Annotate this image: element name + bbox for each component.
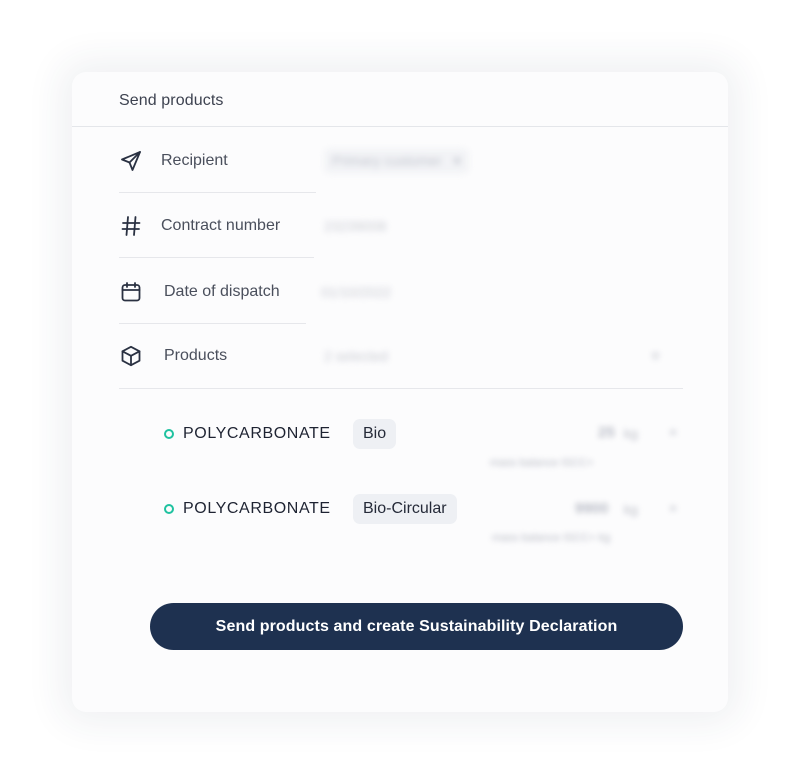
send-products-card: Send products Recipient Primary customer… <box>72 72 728 712</box>
send-icon <box>121 151 141 171</box>
product-tag: Bio <box>353 419 397 449</box>
remove-icon[interactable]: × <box>669 424 677 440</box>
product-unit: kg <box>624 426 638 441</box>
chevron-down-icon[interactable]: ▾ <box>652 348 659 365</box>
product-unit: kg <box>624 502 638 517</box>
products-divider <box>119 388 683 389</box>
send-products-button[interactable]: Send products and create Sustainability … <box>150 603 683 650</box>
calendar-icon <box>121 282 141 302</box>
product-quantity[interactable]: 25 <box>598 424 615 441</box>
product-name: POLYCARBONATE <box>183 425 331 442</box>
status-dot-icon <box>164 504 174 514</box>
contract-value[interactable]: 23239008 <box>324 218 386 234</box>
product-name: POLYCARBONATE <box>183 500 331 517</box>
box-icon <box>121 345 141 367</box>
contract-label: Contract number <box>161 217 281 234</box>
recipient-row: Recipient Primary customer ▾ <box>119 129 639 193</box>
products-value[interactable]: 2 selected <box>324 348 388 364</box>
product-subtext: mass balance ISCC+ <box>490 457 594 469</box>
status-dot-icon <box>164 429 174 439</box>
contract-row: Contract number 23239008 <box>119 194 639 258</box>
recipient-select[interactable]: Primary customer ▾ <box>324 148 469 174</box>
dispatch-label: Date of dispatch <box>164 283 280 300</box>
chevron-down-icon: ▾ <box>453 152 461 169</box>
product-quantity[interactable]: 9900 <box>575 500 608 517</box>
products-row: Products 2 selected ▾ <box>119 324 679 388</box>
header-divider <box>72 126 728 127</box>
product-subtext: mass balance ISCC+ kg <box>492 532 611 544</box>
card-title: Send products <box>119 92 224 109</box>
recipient-divider <box>119 192 316 193</box>
remove-icon[interactable]: × <box>669 500 677 516</box>
recipient-value: Primary customer <box>332 152 442 169</box>
product-tag: Bio-Circular <box>353 494 457 524</box>
contract-divider <box>119 257 314 258</box>
products-label: Products <box>164 347 228 364</box>
hash-icon <box>121 216 141 236</box>
dispatch-value[interactable]: 01/10/2022 <box>321 284 391 300</box>
recipient-label: Recipient <box>161 152 228 169</box>
dispatch-row: Date of dispatch 01/10/2022 <box>119 260 639 324</box>
